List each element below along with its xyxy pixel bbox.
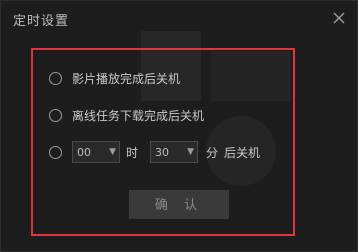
option-after-playback-label: 影片播放完成后关机: [72, 72, 181, 86]
title-bar: 定时设置: [1, 1, 357, 37]
option-after-download-label: 离线任务下载完成后关机: [72, 109, 205, 123]
radio-after-download[interactable]: [49, 109, 62, 122]
option-after-download[interactable]: 离线任务下载完成后关机: [49, 107, 204, 124]
option-timer[interactable]: 00 ▼ 时 30 ▼ 分 后关机: [49, 141, 260, 163]
timer-suffix: 后关机: [224, 145, 261, 160]
dialog-title: 定时设置: [13, 14, 70, 29]
hour-value: 00: [77, 145, 91, 159]
minute-select[interactable]: 30 ▼: [150, 141, 199, 163]
option-after-playback[interactable]: 影片播放完成后关机: [49, 70, 180, 87]
confirm-button[interactable]: 确 认: [129, 190, 229, 219]
minute-value: 30: [155, 145, 170, 159]
close-icon[interactable]: [331, 10, 347, 26]
hour-unit: 时: [126, 145, 139, 160]
hour-select[interactable]: 00 ▼: [72, 141, 120, 163]
timer-settings-dialog: 定时设置 影片播放完成后关机 离线任务下载完成后关机 00 ▼ 时 30 ▼ 分…: [0, 0, 358, 252]
chevron-down-icon: ▼: [109, 147, 116, 157]
minute-unit: 分: [206, 145, 219, 160]
chevron-down-icon: ▼: [187, 147, 195, 157]
radio-after-playback[interactable]: [49, 72, 62, 85]
radio-timer[interactable]: [49, 145, 62, 159]
